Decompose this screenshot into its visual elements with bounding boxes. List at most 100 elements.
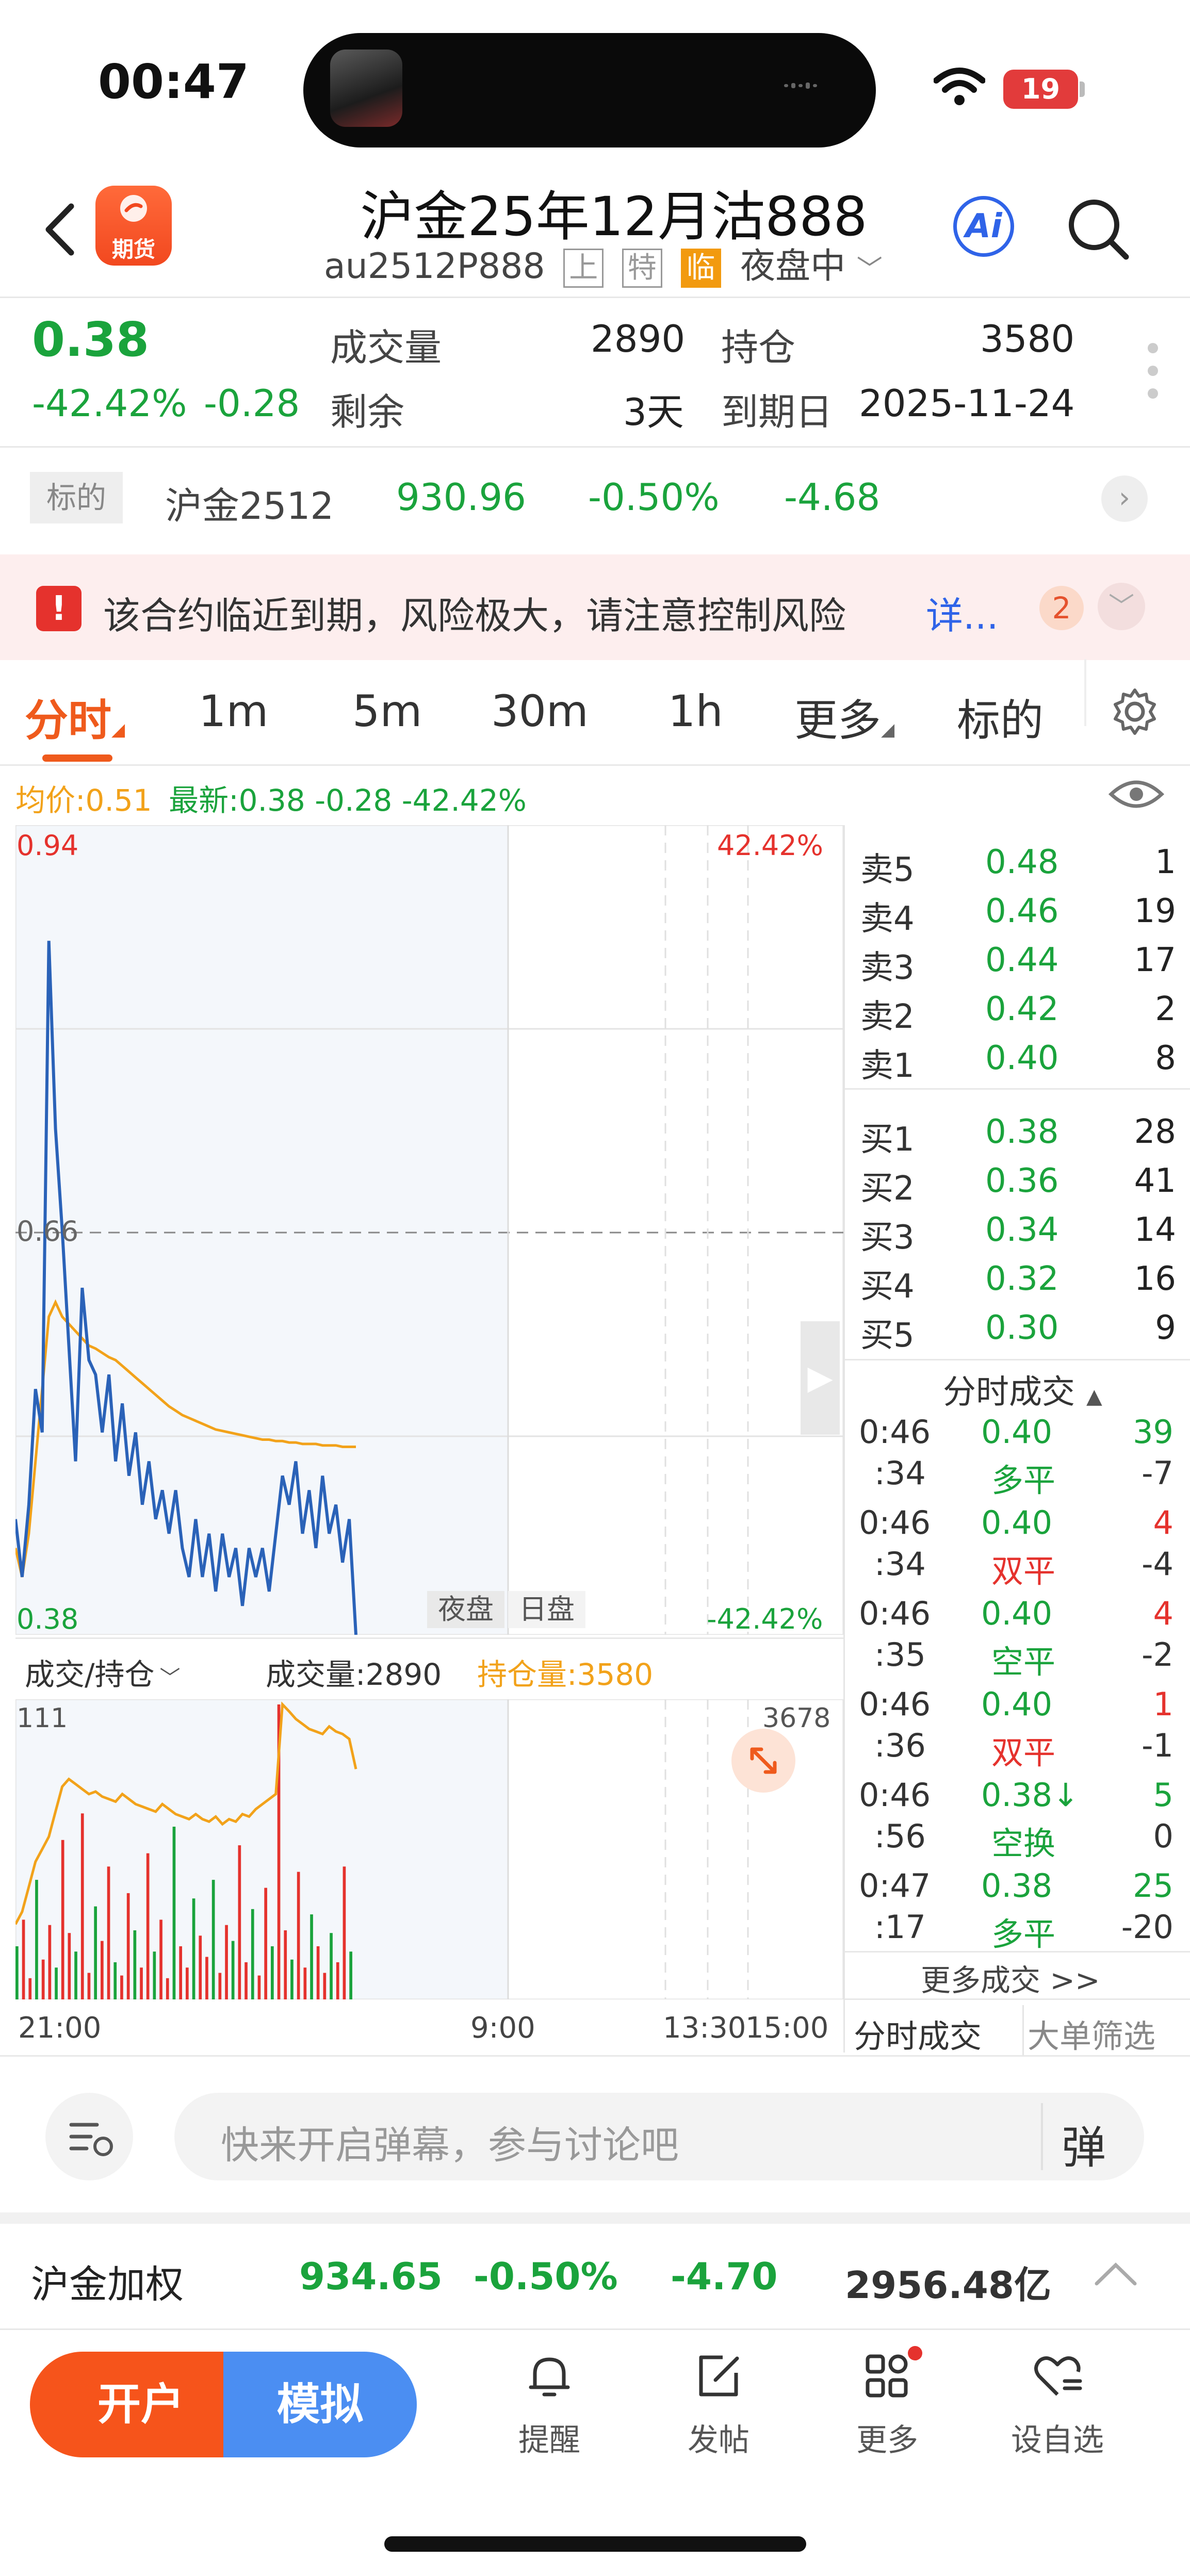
side-tab-ticks[interactable]: 分时成交 — [854, 2010, 982, 2057]
side-tab-large-orders[interactable]: 大单筛选 — [1028, 2010, 1155, 2057]
bid-level-row[interactable]: 买4 0.32 16 — [856, 1255, 1176, 1306]
settings-gear-icon[interactable] — [1109, 686, 1161, 737]
post-button[interactable]: 发帖 — [677, 2349, 760, 2468]
volume-bar — [107, 1866, 110, 1999]
tick-volume: 4 — [1153, 1595, 1173, 1632]
chevron-down-icon[interactable]: ﹀ — [857, 254, 883, 284]
simulate-button[interactable]: 模拟 — [223, 2352, 417, 2457]
underlying-name[interactable]: 沪金2512 — [165, 475, 334, 530]
ask-level-label: 卖3 — [860, 949, 915, 987]
index-price: 934.65 — [299, 2255, 443, 2298]
contract-code: au2512P888 — [324, 246, 545, 287]
add-watchlist-button[interactable]: 设自选 — [1001, 2349, 1114, 2468]
tick-type: 双平 — [991, 1734, 1056, 1771]
tab-30m[interactable]: 30m — [491, 686, 589, 736]
volume-bar — [179, 1946, 182, 1999]
bid-level-price: 0.32 — [985, 1260, 1059, 1298]
tick-seconds: :35 — [874, 1636, 926, 1673]
volume-bar — [120, 1975, 123, 1999]
night-session-label: 夜盘 — [427, 1591, 504, 1628]
more-dots-icon[interactable] — [1148, 343, 1161, 400]
tick-oi-change: -4 — [1142, 1545, 1173, 1583]
bid-level-price: 0.38 — [985, 1113, 1059, 1151]
bid-level-row[interactable]: 买1 0.38 28 — [856, 1108, 1176, 1159]
volume-bar — [225, 1925, 228, 1999]
ask-level-volume: 8 — [1155, 1039, 1176, 1077]
volume-bar — [74, 1951, 77, 1999]
volume-bar — [251, 1909, 254, 1999]
ask-level-row[interactable]: 卖5 0.48 1 — [856, 838, 1176, 889]
search-icon[interactable] — [1065, 196, 1132, 263]
tick-volume: 4 — [1153, 1504, 1173, 1541]
comment-input[interactable]: 快来开启弹幕，参与讨论吧 弹 — [174, 2093, 1144, 2180]
ai-assistant-button[interactable]: Ai — [953, 196, 1014, 257]
change-value: -0.28 — [204, 382, 300, 425]
back-arrow-icon[interactable] — [41, 201, 77, 258]
tag-special: 特 — [622, 249, 662, 288]
ticks-title[interactable]: 分时成交 ▲ — [943, 1366, 1102, 1413]
underlying-chevron-icon[interactable]: › — [1101, 475, 1148, 522]
tab-1h[interactable]: 1h — [668, 686, 723, 736]
volume-bar — [172, 1827, 176, 1999]
last-price: 0.38 — [32, 312, 149, 367]
alert-button[interactable]: 提醒 — [508, 2349, 591, 2468]
ask-level-row[interactable]: 卖2 0.42 2 — [856, 985, 1176, 1036]
volume-bar — [257, 1975, 261, 1999]
remain-value: 3天 — [623, 390, 684, 434]
chart-legend: 均价:0.51 最新:0.38 -0.28 -42.42% — [15, 776, 527, 819]
tick-seconds: :17 — [874, 1908, 926, 1946]
bid-level-row[interactable]: 买2 0.36 41 — [856, 1157, 1176, 1208]
tab-timeshare[interactable]: 分时◢ — [25, 686, 125, 748]
chevron-up-icon[interactable] — [1093, 2258, 1139, 2289]
more-label: 更多 — [856, 2422, 918, 2458]
warning-expand-icon[interactable]: ﹀ — [1098, 583, 1145, 630]
fullscreen-button[interactable] — [731, 1729, 795, 1793]
index-name[interactable]: 沪金加权 — [31, 2254, 184, 2309]
danmu-settings-button[interactable] — [45, 2093, 133, 2180]
volume-bar — [28, 1978, 32, 1999]
session-status[interactable]: 夜盘中 — [740, 246, 845, 287]
volume-bar — [126, 1893, 130, 1999]
tab-more[interactable]: 更多◢ — [794, 686, 894, 748]
volume-selector[interactable]: 成交/持仓 ﹀ — [25, 1650, 181, 1694]
ask-level-volume: 19 — [1134, 892, 1176, 930]
eye-icon[interactable] — [1108, 774, 1165, 815]
warning-detail-link[interactable]: 详... — [926, 585, 999, 639]
ai-label: Ai — [965, 207, 1002, 245]
tab-underlying[interactable]: 标的 — [957, 686, 1044, 748]
tick-row: 0:46:35 0.40 空平 4 -2 — [859, 1595, 1179, 1685]
open-account-button[interactable]: 开户 — [30, 2352, 252, 2457]
ask-level-row[interactable]: 卖3 0.44 17 — [856, 936, 1176, 987]
logo-swoosh-icon — [120, 195, 147, 222]
tab-separator — [1084, 659, 1086, 726]
more-button[interactable]: 更多 — [846, 2346, 928, 2468]
bell-icon — [529, 2357, 570, 2397]
ask-level-volume: 2 — [1155, 990, 1176, 1028]
ask-level-row[interactable]: 卖4 0.46 19 — [856, 887, 1176, 938]
x-tick-close: 15:00 — [745, 2011, 829, 2045]
tick-oi-change: -2 — [1142, 1636, 1173, 1673]
bid-level-volume: 41 — [1134, 1162, 1176, 1200]
timeshare-chart[interactable] — [15, 825, 843, 1635]
alert-label: 提醒 — [518, 2422, 580, 2458]
index-change: -4.70 — [671, 2255, 778, 2298]
heart-list-icon — [1034, 2356, 1082, 2396]
tick-price: 0.40 — [981, 1685, 1053, 1723]
bid-level-volume: 14 — [1134, 1211, 1176, 1249]
volume-bar — [80, 1813, 84, 1999]
oi-value: 3580 — [980, 317, 1075, 360]
ask-level-price: 0.42 — [985, 990, 1059, 1028]
tick-row: 0:46:34 0.40 双平 4 -4 — [859, 1504, 1179, 1595]
ask-level-row[interactable]: 卖1 0.40 8 — [856, 1034, 1176, 1085]
tick-row: 0:46:56 0.38↓ 空换 5 0 — [859, 1776, 1179, 1867]
tab-5m[interactable]: 5m — [352, 686, 422, 736]
tab-1m[interactable]: 1m — [199, 686, 268, 736]
bid-level-row[interactable]: 买3 0.34 14 — [856, 1206, 1176, 1257]
tick-price: 0.40 — [981, 1413, 1053, 1451]
expand-panel-handle[interactable]: ▶ — [801, 1321, 840, 1435]
danmu-toggle-button[interactable]: 弹 — [1062, 2111, 1106, 2176]
bid-level-row[interactable]: 买5 0.30 9 — [856, 1304, 1176, 1355]
more-ticks-link[interactable]: 更多成交 >> — [921, 1956, 1100, 1999]
underlying-change: -4.68 — [784, 475, 881, 519]
battery-cap — [1080, 81, 1085, 97]
